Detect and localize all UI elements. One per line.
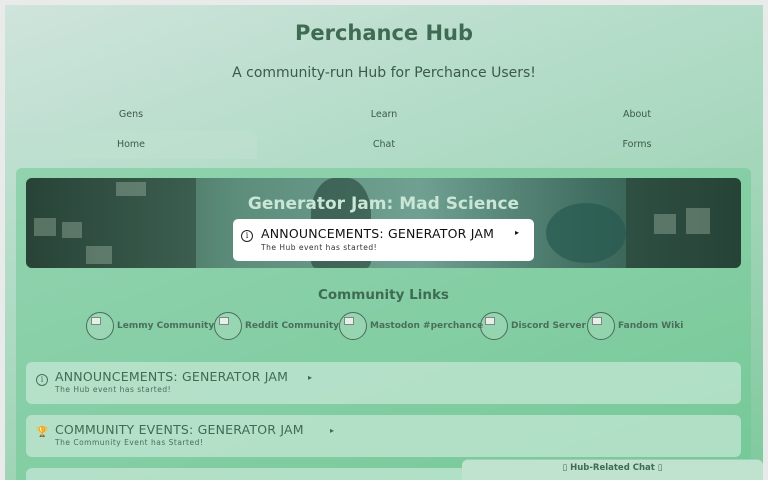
hub-chat-toggle[interactable]: ▯ Hub-Related Chat ▯ <box>462 459 763 480</box>
popup-title: ANNOUNCEMENTS: GENERATOR JAM <box>261 226 495 241</box>
broken-image-icon <box>587 312 615 340</box>
banner-box <box>86 246 112 264</box>
community-events-card[interactable]: 🏆 COMMUNITY EVENTS: GENERATOR JAM ▸ The … <box>26 415 741 457</box>
page: Perchance Hub A community-run Hub for Pe… <box>5 5 763 480</box>
page-title: Perchance Hub <box>294 21 474 45</box>
expand-arrow-icon: ▸ <box>308 373 313 382</box>
link-lemmy[interactable]: Lemmy Community <box>86 311 214 341</box>
link-fandom[interactable]: Fandom Wiki <box>587 311 683 341</box>
card-title: ANNOUNCEMENTS: GENERATOR JAM <box>55 369 289 384</box>
main-nav: Gens Learn About Home Chat Forms <box>5 101 763 159</box>
broken-image-icon <box>480 312 508 340</box>
banner-box <box>654 214 676 234</box>
page-subtitle: A community-run Hub for Perchance Users! <box>232 65 536 81</box>
expand-arrow-icon: ▸ <box>515 228 520 237</box>
announcements-card[interactable]: i ANNOUNCEMENTS: GENERATOR JAM ▸ The Hub… <box>26 362 741 404</box>
broken-image-icon <box>214 312 242 340</box>
banner-box <box>34 218 56 236</box>
card-subtitle: The Hub event has started! <box>55 385 172 394</box>
info-icon: i <box>36 374 48 386</box>
link-label: Discord Server <box>511 321 586 331</box>
link-label: Reddit Community <box>245 321 340 331</box>
link-label: Lemmy Community <box>117 321 215 331</box>
link-mastodon[interactable]: Mastodon #perchance <box>339 311 483 341</box>
trophy-icon: 🏆 <box>36 427 49 438</box>
event-banner[interactable]: Generator Jam: Mad Science i ANNOUNCEMEN… <box>26 178 741 268</box>
nav-gens[interactable]: Gens <box>5 101 257 129</box>
nav-home[interactable]: Home <box>5 131 257 159</box>
nav-chat[interactable]: Chat <box>258 131 510 159</box>
banner-box <box>62 222 82 238</box>
popup-subtitle: The Hub event has started! <box>261 243 378 252</box>
community-links: Lemmy Community Reddit Community Mastodo… <box>86 311 706 341</box>
nav-about[interactable]: About <box>511 101 763 129</box>
broken-image-icon <box>339 312 367 340</box>
expand-arrow-icon: ▸ <box>330 426 335 435</box>
link-reddit[interactable]: Reddit Community <box>214 311 339 341</box>
link-discord[interactable]: Discord Server <box>480 311 586 341</box>
nav-learn[interactable]: Learn <box>258 101 510 129</box>
card-subtitle: The Community Event has Started! <box>55 438 204 447</box>
announcement-popup[interactable]: i ANNOUNCEMENTS: GENERATOR JAM ▸ The Hub… <box>233 219 534 261</box>
info-icon: i <box>241 230 253 242</box>
card-title: COMMUNITY EVENTS: GENERATOR JAM <box>55 422 304 437</box>
link-label: Fandom Wiki <box>618 321 684 331</box>
link-label: Mastodon #perchance <box>370 321 484 331</box>
content-panel: Generator Jam: Mad Science i ANNOUNCEMEN… <box>16 168 751 480</box>
nav-forms[interactable]: Forms <box>511 131 763 159</box>
community-links-heading: Community Links <box>318 287 449 303</box>
banner-shelf-right <box>626 178 741 268</box>
broken-image-icon <box>86 312 114 340</box>
banner-title: Generator Jam: Mad Science <box>247 194 520 214</box>
